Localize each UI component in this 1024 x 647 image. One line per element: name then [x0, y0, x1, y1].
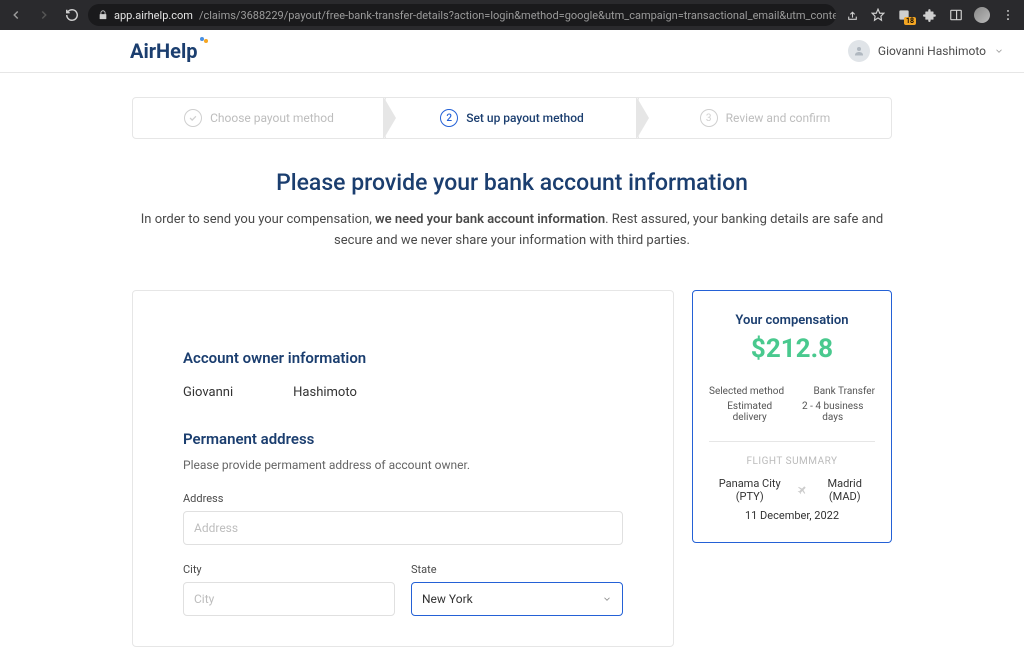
address-input[interactable] — [183, 511, 623, 545]
owner-name-row: Giovanni Hashimoto — [183, 385, 623, 400]
plane-icon — [796, 484, 808, 496]
chevron-down-icon — [602, 594, 612, 604]
compensation-amount: $212.8 — [709, 334, 875, 364]
lock-icon — [98, 10, 108, 20]
origin: Panama City (PTY) — [709, 477, 790, 503]
logo-mark — [200, 37, 208, 45]
step-label: Choose payout method — [210, 111, 334, 125]
profile-avatar-icon[interactable] — [974, 7, 990, 23]
user-name: Giovanni Hashimoto — [878, 44, 986, 58]
compensation-title: Your compensation — [709, 313, 875, 328]
first-name-value: Giovanni — [183, 385, 233, 400]
permanent-address-title: Permanent address — [183, 430, 623, 448]
selected-method-row: Selected method Bank Transfer — [709, 386, 875, 397]
browser-chrome: app.airhelp.com /claims/3688229/payout/f… — [0, 0, 1024, 30]
logo-text: AirHelp — [130, 39, 198, 63]
toolbar-icons: 18 — [844, 7, 1016, 23]
app-header: AirHelp Giovanni Hashimoto — [0, 30, 1024, 73]
url-host: app.airhelp.com — [114, 9, 193, 22]
page-description: In order to send you your compensation, … — [132, 210, 892, 252]
step-label: Set up payout method — [466, 111, 584, 125]
last-name-value: Hashimoto — [293, 385, 357, 400]
form-card: Account owner information Giovanni Hashi… — [132, 290, 674, 647]
flight-date: 11 December, 2022 — [709, 509, 875, 522]
step-number-icon: 2 — [440, 109, 458, 127]
stepper: Choose payout method 2 Set up payout met… — [132, 97, 892, 139]
state-select[interactable]: New York — [411, 582, 623, 616]
back-button[interactable] — [8, 7, 24, 23]
panel-icon[interactable] — [948, 7, 964, 23]
reload-button[interactable] — [64, 7, 80, 23]
page-title: Please provide your bank account informa… — [132, 169, 892, 196]
selected-method-value: Bank Transfer — [813, 386, 875, 397]
destination: Madrid (MAD) — [814, 477, 875, 503]
account-owner-title: Account owner information — [183, 349, 623, 367]
step-label: Review and confirm — [726, 111, 831, 125]
share-icon[interactable] — [844, 7, 860, 23]
step-number-icon: 3 — [700, 109, 718, 127]
step-setup-payout[interactable]: 2 Set up payout method — [385, 98, 639, 138]
address-label: Address — [183, 492, 623, 505]
extension-badge: 18 — [904, 17, 916, 25]
menu-dots-icon[interactable] — [1000, 7, 1016, 23]
extensions-puzzle-icon[interactable] — [922, 7, 938, 23]
step-review-confirm[interactable]: 3 Review and confirm — [639, 98, 891, 138]
delivery-value: 2 - 4 business days — [790, 401, 875, 423]
url-path: /claims/3688229/payout/free-bank-transfe… — [199, 9, 836, 22]
flight-summary-label: FLIGHT SUMMARY — [709, 456, 875, 467]
step-choose-payout[interactable]: Choose payout method — [133, 98, 385, 138]
avatar-icon — [848, 40, 870, 62]
forward-button[interactable] — [36, 7, 52, 23]
state-label: State — [411, 563, 623, 576]
city-label: City — [183, 563, 395, 576]
delivery-label: Estimated delivery — [709, 401, 790, 423]
star-icon[interactable] — [870, 7, 886, 23]
nav-arrows — [8, 7, 80, 23]
chevron-down-icon — [994, 46, 1004, 56]
logo[interactable]: AirHelp — [130, 39, 198, 63]
check-icon — [184, 109, 202, 127]
url-bar[interactable]: app.airhelp.com /claims/3688229/payout/f… — [88, 4, 836, 26]
permanent-address-hint: Please provide permament address of acco… — [183, 458, 623, 472]
selected-method-label: Selected method — [709, 386, 784, 397]
extension-icon[interactable]: 18 — [896, 7, 912, 23]
divider — [709, 441, 875, 442]
flight-route: Panama City (PTY) Madrid (MAD) — [709, 477, 875, 503]
state-value: New York — [422, 592, 473, 606]
delivery-row: Estimated delivery 2 - 4 business days — [709, 401, 875, 423]
city-input[interactable] — [183, 582, 395, 616]
compensation-card: Your compensation $212.8 Selected method… — [692, 290, 892, 543]
user-menu[interactable]: Giovanni Hashimoto — [848, 40, 1004, 62]
